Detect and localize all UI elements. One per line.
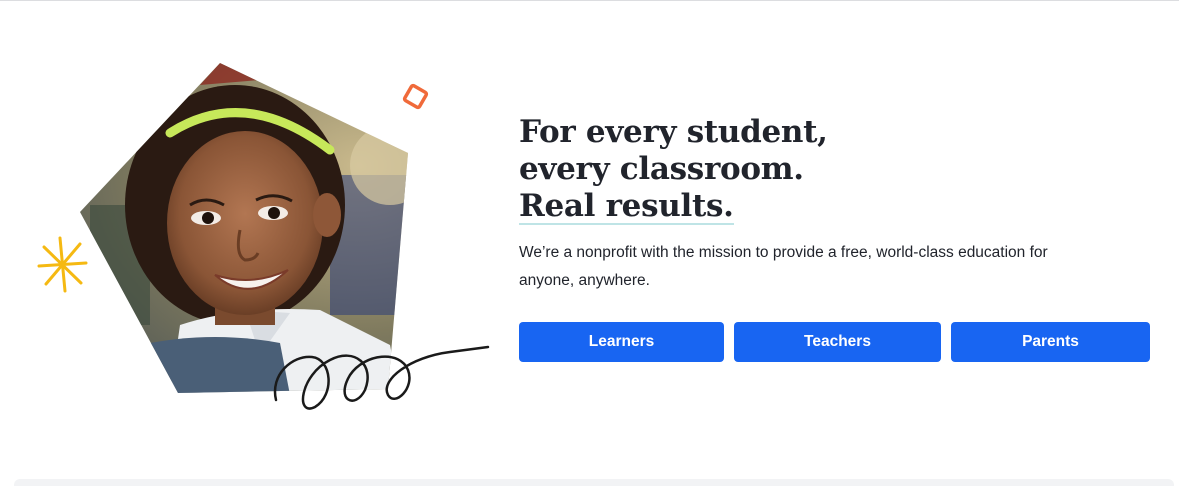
headline-line-2: every classroom. (519, 151, 804, 187)
homepage-hero-section: For every student, every classroom. Real… (0, 0, 1179, 486)
learners-button[interactable]: Learners (519, 322, 724, 362)
parents-button[interactable]: Parents (951, 322, 1150, 362)
hero-text-block: For every student, every classroom. Real… (519, 114, 1159, 295)
next-section-edge (14, 479, 1174, 486)
teachers-button[interactable]: Teachers (734, 322, 941, 362)
headline-line-1: For every student, (519, 114, 828, 150)
hero-subheading: We’re a nonprofit with the mission to pr… (519, 244, 1048, 289)
hero-headline: For every student, every classroom. Real… (519, 114, 1159, 225)
yellow-spark-icon (37, 236, 88, 293)
orange-diamond-icon (402, 83, 429, 110)
hero-illustration (30, 55, 500, 425)
student-photo (80, 63, 408, 393)
header-divider (0, 0, 1179, 1)
headline-line-3: Real results. (519, 188, 734, 225)
